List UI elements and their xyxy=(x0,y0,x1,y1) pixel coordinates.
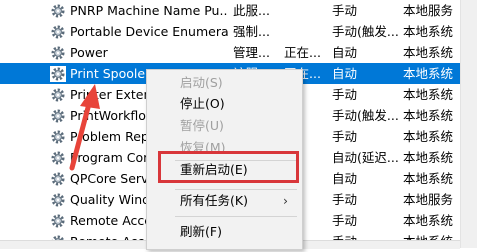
menu-item-all-tasks[interactable]: 所有任务(K) › xyxy=(147,190,302,212)
service-startup-type: 手动 xyxy=(332,129,358,144)
menu-item-label: 刷新(F) xyxy=(180,224,222,239)
restart-highlight-box xyxy=(158,151,299,183)
service-startup-type: 手动 xyxy=(332,213,358,228)
service-startup-type: 手动(触发... xyxy=(332,108,399,123)
service-logon-as: 本地系统 xyxy=(403,108,454,123)
service-logon-as: 本地服务 xyxy=(403,192,454,207)
menu-item-pause[interactable]: 暂停(U) xyxy=(147,115,302,137)
menu-item-label: 所有任务(K) xyxy=(180,193,248,208)
service-row[interactable]: Power 管理... 正在... 自动 本地系统 xyxy=(0,42,460,63)
service-startup-type: 手动 xyxy=(332,3,358,18)
service-status: 正在... xyxy=(284,45,321,60)
gear-icon xyxy=(50,66,66,82)
annotation-arrow-icon xyxy=(69,84,100,171)
gear-icon xyxy=(50,24,66,40)
service-name: PNRP Machine Name Pu... xyxy=(70,3,228,18)
service-startup-type: 自动 xyxy=(332,45,358,60)
menu-item-label: 停止(O) xyxy=(180,96,225,111)
gear-icon xyxy=(50,45,66,61)
service-name: Portable Device Enumera... xyxy=(70,24,228,39)
gear-icon xyxy=(50,171,66,187)
service-logon-as: 本地系统 xyxy=(403,24,454,39)
service-name: Power xyxy=(70,45,108,60)
menu-item-label: 启动(S) xyxy=(180,75,223,90)
service-row[interactable]: Portable Device Enumera... 强制... 手动(触发... 本… xyxy=(0,21,460,42)
service-startup-type: 自动(延迟... xyxy=(332,150,399,165)
service-startup-type: 自动 xyxy=(332,171,358,186)
service-logon-as: 本地系统 xyxy=(403,66,454,81)
service-logon-as: 本地系统 xyxy=(403,45,454,60)
menu-item-start[interactable]: 启动(S) xyxy=(147,72,302,94)
service-logon-as: 本地系统 xyxy=(403,171,454,186)
service-startup-type: 手动 xyxy=(332,87,358,102)
service-startup-type: 手动 xyxy=(332,192,358,207)
service-description: 此服... xyxy=(233,3,270,18)
service-logon-as: 本地服务 xyxy=(403,3,454,18)
service-logon-as: 本地系统 xyxy=(403,213,454,228)
menu-item-refresh[interactable]: 刷新(F) xyxy=(147,221,302,243)
service-description: 管理... xyxy=(233,45,270,60)
service-row[interactable]: PNRP Machine Name Pu... 此服... 手动 本地服务 xyxy=(0,0,460,21)
service-startup-type: 手动(触发... xyxy=(332,24,399,39)
vertical-scrollbar[interactable] xyxy=(460,0,477,248)
service-startup-type: 自动 xyxy=(332,66,358,81)
service-logon-as: 本地系统 xyxy=(403,129,454,144)
menu-item-label: 暂停(U) xyxy=(180,118,224,133)
gear-icon xyxy=(50,213,66,229)
menu-item-stop[interactable]: 停止(O) xyxy=(147,93,302,115)
service-logon-as: 本地系统 xyxy=(403,150,454,165)
service-logon-as: 本地系统 xyxy=(403,87,454,102)
menu-separator xyxy=(175,216,297,217)
gear-icon xyxy=(50,192,66,208)
chevron-right-icon: › xyxy=(283,193,288,208)
service-description: 强制... xyxy=(233,24,270,39)
gear-icon xyxy=(50,3,66,19)
